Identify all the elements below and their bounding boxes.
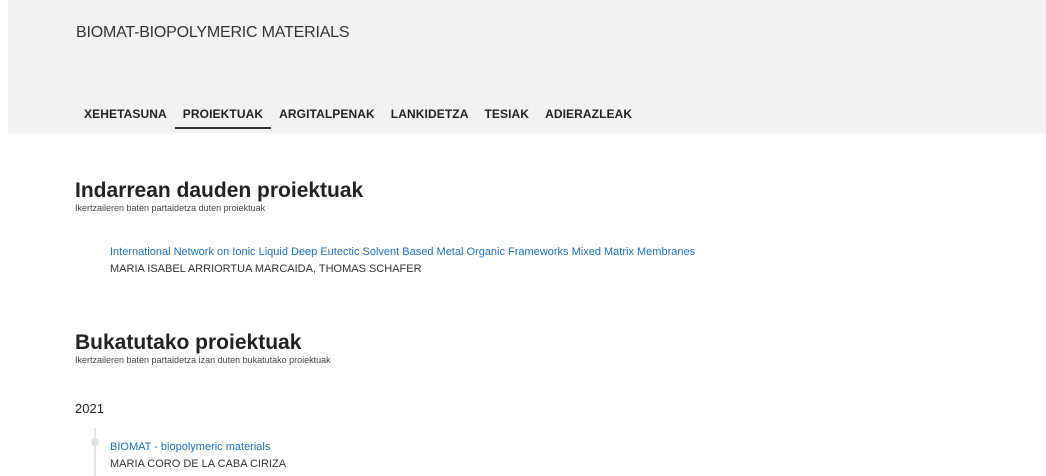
timeline-line [94, 428, 96, 476]
year-heading: 2021 [75, 401, 104, 416]
page-title: BIOMAT-BIOPOLYMERIC MATERIALS [76, 24, 350, 41]
tab-lankidetza[interactable]: LANKIDETZA [383, 107, 477, 129]
tab-bar: XEHETASUNA PROIEKTUAK ARGITALPENAK LANKI… [84, 107, 640, 129]
current-projects-section: Indarrean dauden proiektuak Ikertzailere… [75, 179, 363, 214]
project-link[interactable]: BIOMAT - biopolymeric materials [110, 439, 286, 456]
section-title: Indarrean dauden proiektuak [75, 179, 364, 202]
project-members: MARIA CORO DE LA CABA CIRIZA [110, 458, 287, 470]
tab-proiektuak[interactable]: PROIEKTUAK [174, 107, 272, 129]
finished-projects-section: Bukatutako proiektuak Ikertzaileren bate… [75, 331, 331, 366]
tab-xehetasuna[interactable]: XEHETASUNA [84, 107, 175, 129]
tab-adierazleak[interactable]: ADIERAZLEAK [537, 107, 640, 129]
section-subtitle: Ikertzaileren baten partaidetza duten pr… [75, 203, 266, 213]
list-item: BIOMAT - biopolymeric materials MARIA CO… [110, 439, 286, 473]
section-title: Bukatutako proiektuak [75, 331, 302, 354]
timeline-dot-icon [91, 438, 99, 446]
project-link[interactable]: International Network on Ionic Liquid De… [110, 244, 695, 261]
list-item: International Network on Ionic Liquid De… [110, 244, 695, 278]
section-subtitle: Ikertzaileren baten partaidetza izan dut… [75, 355, 331, 365]
project-members: MARIA ISABEL ARRIORTUA MARCAIDA, THOMAS … [110, 263, 422, 275]
tab-tesiak[interactable]: TESIAK [476, 107, 537, 129]
tab-argitalpenak[interactable]: ARGITALPENAK [271, 107, 383, 129]
